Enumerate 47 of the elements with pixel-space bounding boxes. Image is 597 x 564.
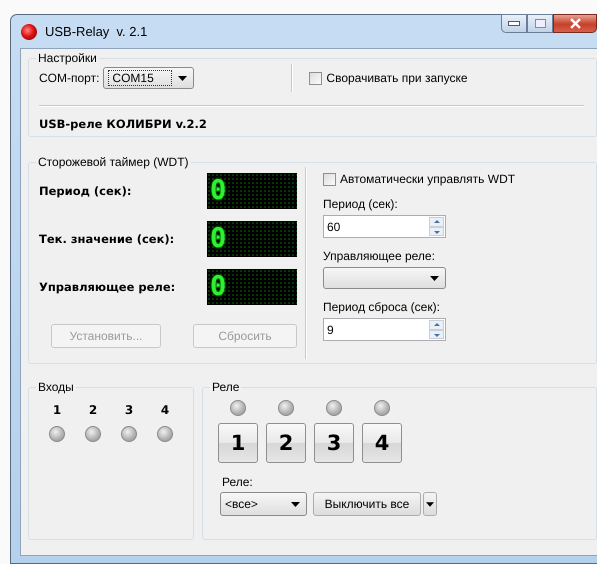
field-label: Период сброса (сек): (323, 300, 440, 314)
minimize-button[interactable] (501, 14, 527, 33)
led-display: 0 (207, 221, 297, 257)
relay-button[interactable]: 4 (362, 423, 402, 463)
close-button[interactable] (553, 14, 597, 33)
turn-off-all-button[interactable]: Выключить все (313, 492, 421, 516)
app-icon (21, 24, 37, 40)
relay-button[interactable]: 3 (314, 423, 354, 463)
field-label: Реле: (222, 475, 254, 489)
device-name: USB-реле КОЛИБРИ v.2.2 (39, 117, 208, 131)
input-number: 1 (52, 403, 62, 417)
field-label: Период (сек): (323, 197, 398, 211)
caret-icon (291, 502, 300, 506)
checkbox-label: Автоматически управлять WDT (340, 172, 516, 186)
group-title: Входы (37, 380, 75, 394)
field-label: Управляющее реле: (323, 249, 435, 263)
spin-arrows-icon[interactable] (429, 217, 444, 236)
input-number: 4 (160, 403, 170, 417)
field-label: COM-порт: (39, 71, 100, 85)
group-title: Сторожевой таймер (WDT) (37, 155, 190, 169)
window-title: USB-Relay v. 2.1 (45, 24, 148, 39)
caret-icon (178, 76, 188, 80)
relay-select[interactable]: <все> (220, 492, 307, 516)
relay-button[interactable]: 2 (266, 423, 306, 463)
led-display: 0 (207, 173, 297, 209)
relay-button[interactable]: 1 (218, 423, 258, 463)
checkbox[interactable] (323, 172, 336, 186)
led-display: 0 (207, 269, 297, 305)
input-number: 2 (88, 403, 98, 417)
spin-arrows-icon[interactable] (429, 320, 444, 339)
com-port-dropdown[interactable]: COM15 (103, 67, 194, 89)
display-label: Период (сек): (39, 184, 132, 198)
group-title: Настройки (37, 51, 98, 65)
maximize-button[interactable] (527, 14, 553, 33)
relay-dropdown[interactable] (323, 267, 446, 289)
caret-icon (430, 276, 439, 280)
display-label: Тек. значение (сек): (39, 232, 174, 246)
spin-field[interactable]: 60 (323, 215, 446, 238)
close-icon (570, 18, 580, 29)
checkbox[interactable] (309, 72, 322, 84)
checkbox-label: Сворачивать при запуске (326, 71, 468, 85)
input-number: 3 (124, 403, 134, 417)
display-label: Управляющее реле: (39, 280, 176, 294)
dropdown-button[interactable] (423, 492, 437, 516)
caret-icon (426, 502, 434, 506)
spin-field[interactable]: 9 (323, 318, 446, 341)
group-title: Реле (211, 380, 240, 394)
